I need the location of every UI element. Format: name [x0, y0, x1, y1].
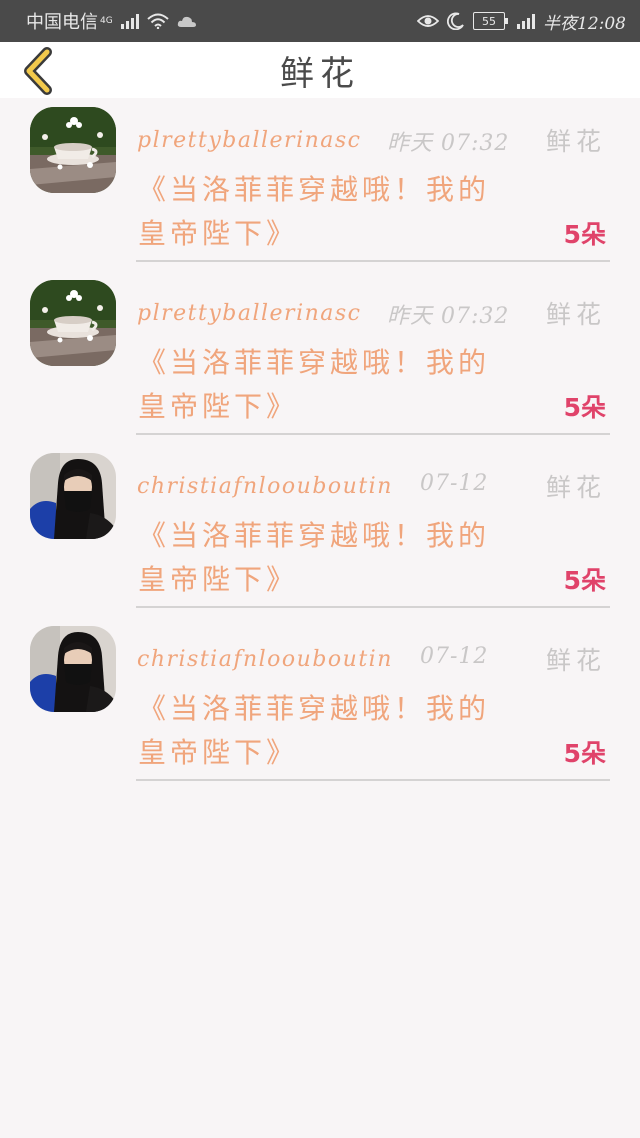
gift-list: plrettyballerinasc 昨天 07:32 鲜花 《当洛菲菲穿越哦！…: [0, 98, 640, 790]
list-item[interactable]: christiafnloouboutin 07-12 鲜花 《当洛菲菲穿越哦！我…: [0, 617, 640, 790]
timestamp: 07-12: [420, 471, 489, 496]
category-label: 鲜花: [545, 646, 606, 675]
list-item[interactable]: christiafnloouboutin 07-12 鲜花 《当洛菲菲穿越哦！我…: [0, 444, 640, 617]
username[interactable]: christiafnloouboutin: [137, 647, 393, 672]
list-item[interactable]: plrettyballerinasc 昨天 07:32 鲜花 《当洛菲菲穿越哦！…: [0, 98, 640, 271]
category-label: 鲜花: [545, 473, 606, 502]
divider: [136, 606, 610, 608]
username[interactable]: plrettyballerinasc: [137, 301, 362, 326]
category-label: 鲜花: [545, 127, 606, 156]
status-left: 中国电信 4G: [26, 8, 197, 34]
username[interactable]: plrettyballerinasc: [137, 128, 362, 153]
nav-bar: 鲜花: [0, 42, 640, 98]
battery-icon: 55: [473, 12, 508, 30]
clock: 半夜12:08: [543, 13, 626, 34]
flower-count: 5朵: [563, 739, 606, 768]
chevron-left-icon: [24, 47, 52, 95]
network-type: 4G: [100, 16, 113, 26]
person-avatar-image: [30, 626, 116, 712]
divider: [136, 433, 610, 435]
flower-count: 5朵: [563, 393, 606, 422]
category-label: 鲜花: [545, 300, 606, 329]
status-bar: 中国电信 4G 55 半夜12:08: [0, 0, 640, 42]
cloud-icon: [177, 16, 196, 27]
teacup-avatar-image: [30, 280, 116, 366]
flower-count: 5朵: [563, 220, 606, 249]
carrier-label: 中国电信: [26, 12, 98, 33]
avatar[interactable]: [30, 626, 116, 712]
moon-icon: [447, 12, 464, 30]
username[interactable]: christiafnloouboutin: [137, 474, 393, 499]
message-text: 《当洛菲菲穿越哦！我的皇帝陛下》: [138, 173, 491, 250]
avatar[interactable]: [30, 453, 116, 539]
signal-icon: [120, 13, 139, 29]
timestamp: 昨天 07:32: [387, 304, 510, 329]
avatar[interactable]: [30, 280, 116, 366]
divider: [136, 779, 610, 781]
message-text: 《当洛菲菲穿越哦！我的皇帝陛下》: [138, 519, 491, 596]
message-text: 《当洛菲菲穿越哦！我的皇帝陛下》: [138, 346, 491, 423]
signal-icon-2: [517, 13, 535, 29]
timestamp: 昨天 07:32: [387, 131, 510, 156]
divider: [136, 260, 610, 262]
message-text: 《当洛菲菲穿越哦！我的皇帝陛下》: [138, 692, 491, 769]
battery-level: 55: [482, 14, 496, 28]
avatar[interactable]: [30, 107, 116, 193]
eye-icon: [417, 15, 439, 27]
teacup-avatar-image: [30, 107, 116, 193]
wifi-icon: [147, 13, 169, 29]
status-right: 55 半夜12:08: [417, 9, 626, 34]
page-title: 鲜花: [280, 53, 360, 94]
timestamp: 07-12: [420, 644, 489, 669]
flower-count: 5朵: [563, 566, 606, 595]
list-item[interactable]: plrettyballerinasc 昨天 07:32 鲜花 《当洛菲菲穿越哦！…: [0, 271, 640, 444]
back-button[interactable]: [18, 46, 58, 96]
person-avatar-image: [30, 453, 116, 539]
